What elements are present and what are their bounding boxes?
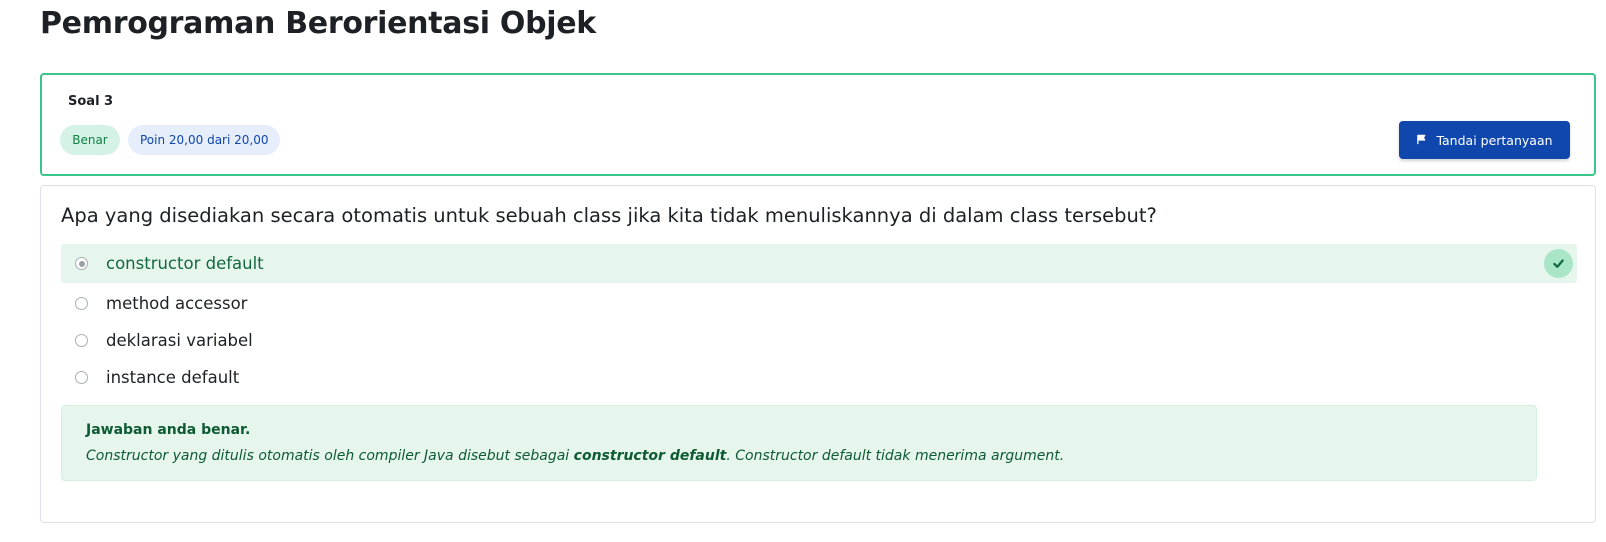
feedback-title: Jawaban anda benar.	[86, 422, 251, 438]
answer-label: deklarasi variabel	[106, 331, 253, 350]
answer-radio[interactable]	[75, 371, 88, 384]
question-content: Apa yang disediakan secara otomatis untu…	[40, 185, 1596, 523]
question-grade-badge: Poin 20,00 dari 20,00	[128, 125, 281, 155]
question-number: Soal 3	[68, 94, 114, 109]
answer-option[interactable]: instance default	[61, 358, 1577, 397]
question-info-box: Soal 3 Benar Poin 20,00 dari 20,00 Tanda…	[40, 73, 1596, 176]
question-state-badge: Benar	[60, 125, 120, 155]
answer-radio[interactable]	[75, 257, 88, 270]
answer-option[interactable]: constructor default	[61, 244, 1577, 283]
feedback-text-before: Constructor yang ditulis otomatis oleh c…	[86, 448, 574, 464]
check-icon	[1544, 249, 1573, 278]
answer-label: method accessor	[106, 294, 248, 313]
answer-label: instance default	[106, 368, 240, 387]
flag-icon	[1416, 133, 1427, 148]
feedback-text-after: . Constructor default tidak menerima arg…	[726, 448, 1065, 464]
page-title: Pemrograman Berorientasi Objek	[40, 6, 596, 41]
feedback-text-bold: constructor default	[573, 448, 727, 464]
feedback-text: Constructor yang ditulis otomatis oleh c…	[86, 448, 1064, 464]
flag-question-button[interactable]: Tandai pertanyaan	[1399, 121, 1570, 159]
answer-option[interactable]: method accessor	[61, 284, 1577, 323]
feedback-box: Jawaban anda benar. Constructor yang dit…	[61, 405, 1537, 481]
answer-radio[interactable]	[75, 297, 88, 310]
answer-label: constructor default	[106, 254, 264, 273]
flag-question-label: Tandai pertanyaan	[1436, 132, 1553, 148]
answer-radio[interactable]	[75, 334, 88, 347]
question-text: Apa yang disediakan secara otomatis untu…	[61, 204, 1157, 227]
answer-option[interactable]: deklarasi variabel	[61, 321, 1577, 360]
